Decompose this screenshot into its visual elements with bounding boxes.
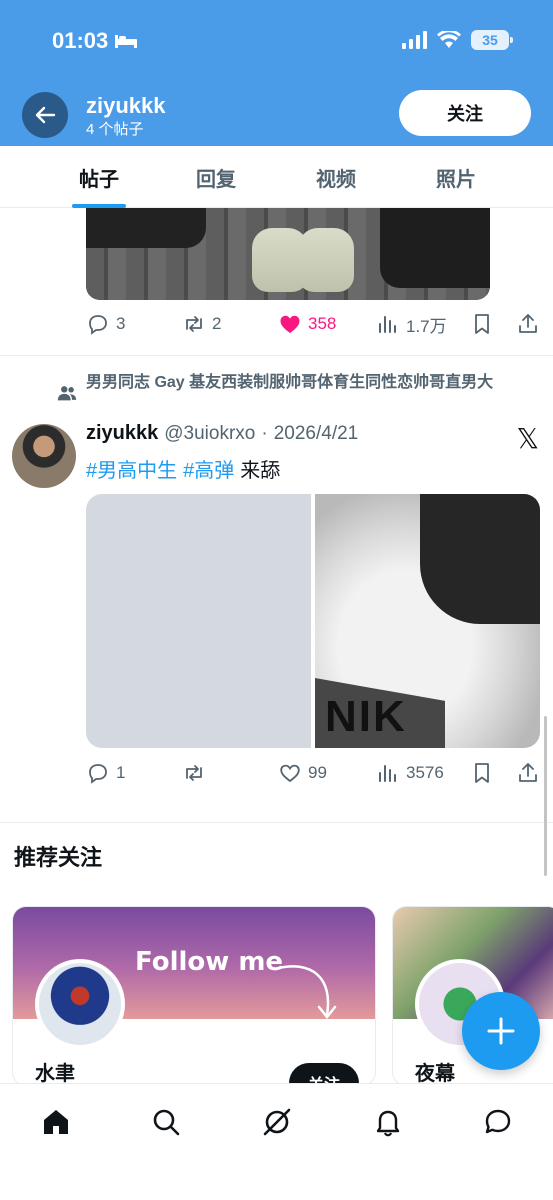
like-count: 358 xyxy=(308,314,337,333)
author-name[interactable]: ziyukkk xyxy=(86,422,158,445)
tab-videos[interactable]: 视频 xyxy=(316,146,356,208)
messages-icon xyxy=(485,1109,511,1134)
nav-notifications[interactable] xyxy=(368,1102,408,1142)
bookmark-icon xyxy=(475,314,489,334)
brand-text: NIK xyxy=(325,692,407,741)
like-count: 99 xyxy=(308,763,327,782)
card-avatar[interactable] xyxy=(35,959,125,1049)
views-icon xyxy=(379,765,396,782)
divider xyxy=(0,822,553,823)
card-name[interactable]: 水聿 xyxy=(35,1057,75,1085)
post2-actions: 1 99 3576 xyxy=(86,758,542,788)
tab-replies[interactable]: 回复 xyxy=(196,146,236,208)
retweet-icon xyxy=(186,765,202,781)
post1-actions: 3 2 358 1.7万 xyxy=(86,309,542,339)
post-media[interactable]: NIK xyxy=(86,494,540,748)
nav-home[interactable] xyxy=(36,1102,76,1142)
post-date: 2026/4/21 xyxy=(273,423,359,444)
post-count: 4 个帖子 xyxy=(86,121,144,138)
reply-count: 1 xyxy=(116,763,126,782)
reply-action[interactable]: 1 xyxy=(86,761,125,785)
tab-posts[interactable]: 帖子 xyxy=(0,146,198,208)
grok-icon xyxy=(263,1108,291,1136)
author-handle[interactable]: @3uiokrxo xyxy=(164,423,255,445)
wifi-icon xyxy=(437,31,461,48)
header: 01:03 35 ziyukkk 4 个帖子 关注 xyxy=(0,0,553,146)
view-count: 3576 xyxy=(406,763,444,782)
retweet-action[interactable]: 2 xyxy=(182,312,221,336)
post-header: ziyukkk @3uiokrxo · 2026/4/21 xyxy=(86,422,358,445)
heart-icon xyxy=(280,764,300,783)
view-count: 1.7万 xyxy=(406,316,447,336)
status-bar-icons: 35 xyxy=(402,30,513,50)
community-label[interactable]: 男男同志 Gay 基友西装制服帅哥体育生同性恋帅哥直男大 xyxy=(56,372,536,404)
divider xyxy=(0,355,553,356)
plus-icon xyxy=(487,1017,515,1045)
seat-shape xyxy=(380,208,490,288)
post-body: 来舔 xyxy=(240,460,281,482)
nav-search[interactable] xyxy=(146,1102,186,1142)
heart-filled-icon xyxy=(280,315,300,333)
separator-dot: · xyxy=(261,423,268,444)
like-action[interactable]: 99 xyxy=(278,761,327,785)
reply-count: 3 xyxy=(116,314,126,333)
x-logo-icon: 𝕏 xyxy=(516,422,539,455)
community-icon xyxy=(57,386,77,401)
search-icon xyxy=(153,1109,180,1136)
share-action[interactable] xyxy=(516,761,540,785)
compose-button[interactable] xyxy=(462,992,540,1070)
bell-icon xyxy=(376,1110,400,1137)
tab-photos[interactable]: 照片 xyxy=(436,146,476,208)
media-photo[interactable]: NIK xyxy=(315,494,540,748)
battery-icon: 35 xyxy=(471,30,513,50)
post-text: #男高中生 #高弹 来舔 xyxy=(86,454,280,483)
battery-level: 35 xyxy=(482,32,498,48)
bookmark-action[interactable] xyxy=(470,761,494,785)
share-action[interactable] xyxy=(516,312,540,336)
card-name[interactable]: 夜幕 xyxy=(415,1057,455,1085)
retweet-action[interactable] xyxy=(182,761,212,785)
views-icon xyxy=(379,316,396,333)
home-icon xyxy=(44,1110,68,1134)
shoe-shape xyxy=(298,228,354,292)
dark-background-shape xyxy=(420,494,540,624)
bookmark-action[interactable] xyxy=(470,312,494,336)
community-name: 男男同志 Gay 基友西装制服帅哥体育生同性恋帅哥直男大 xyxy=(86,374,494,391)
banner-text: Follow me xyxy=(135,947,284,977)
signal-icon xyxy=(402,31,427,49)
follow-button[interactable]: 关注 xyxy=(399,90,531,136)
curved-arrow-icon xyxy=(273,965,337,1020)
bed-icon xyxy=(115,35,138,48)
time-text: 01:03 xyxy=(52,28,109,53)
recommend-card[interactable]: 夜幕 xyxy=(392,906,553,1086)
avatar[interactable] xyxy=(12,424,76,488)
views-action[interactable]: 3576 xyxy=(376,761,444,785)
reply-icon xyxy=(89,315,107,335)
recommend-card[interactable]: Follow me 水聿 关注 xyxy=(12,906,376,1086)
media-placeholder[interactable] xyxy=(86,494,311,748)
status-bar-time: 01:03 xyxy=(52,28,138,54)
retweet-count: 2 xyxy=(212,314,222,333)
share-icon xyxy=(519,314,537,333)
profile-name: ziyukkk xyxy=(86,93,166,118)
nav-messages[interactable] xyxy=(478,1102,518,1142)
like-action[interactable]: 358 xyxy=(278,312,336,336)
hashtag[interactable]: #男高中生 xyxy=(86,454,177,483)
bookmark-icon xyxy=(475,763,489,783)
retweet-icon xyxy=(186,316,202,332)
post1-image[interactable] xyxy=(86,208,490,300)
seat-shape xyxy=(86,208,206,248)
back-arrow-icon xyxy=(35,106,56,124)
views-action[interactable]: 1.7万 xyxy=(376,312,447,337)
reply-action[interactable]: 3 xyxy=(86,312,125,336)
hashtag[interactable]: #高弹 xyxy=(183,454,234,483)
bottom-nav xyxy=(0,1083,553,1200)
nav-grok[interactable] xyxy=(257,1102,297,1142)
reply-icon xyxy=(89,764,107,784)
scrollbar[interactable] xyxy=(544,716,547,876)
profile-tabs: 帖子 回复 视频 照片 xyxy=(0,146,553,208)
recommend-title: 推荐关注 xyxy=(14,845,103,870)
share-icon xyxy=(519,763,537,782)
back-button[interactable] xyxy=(22,92,68,138)
